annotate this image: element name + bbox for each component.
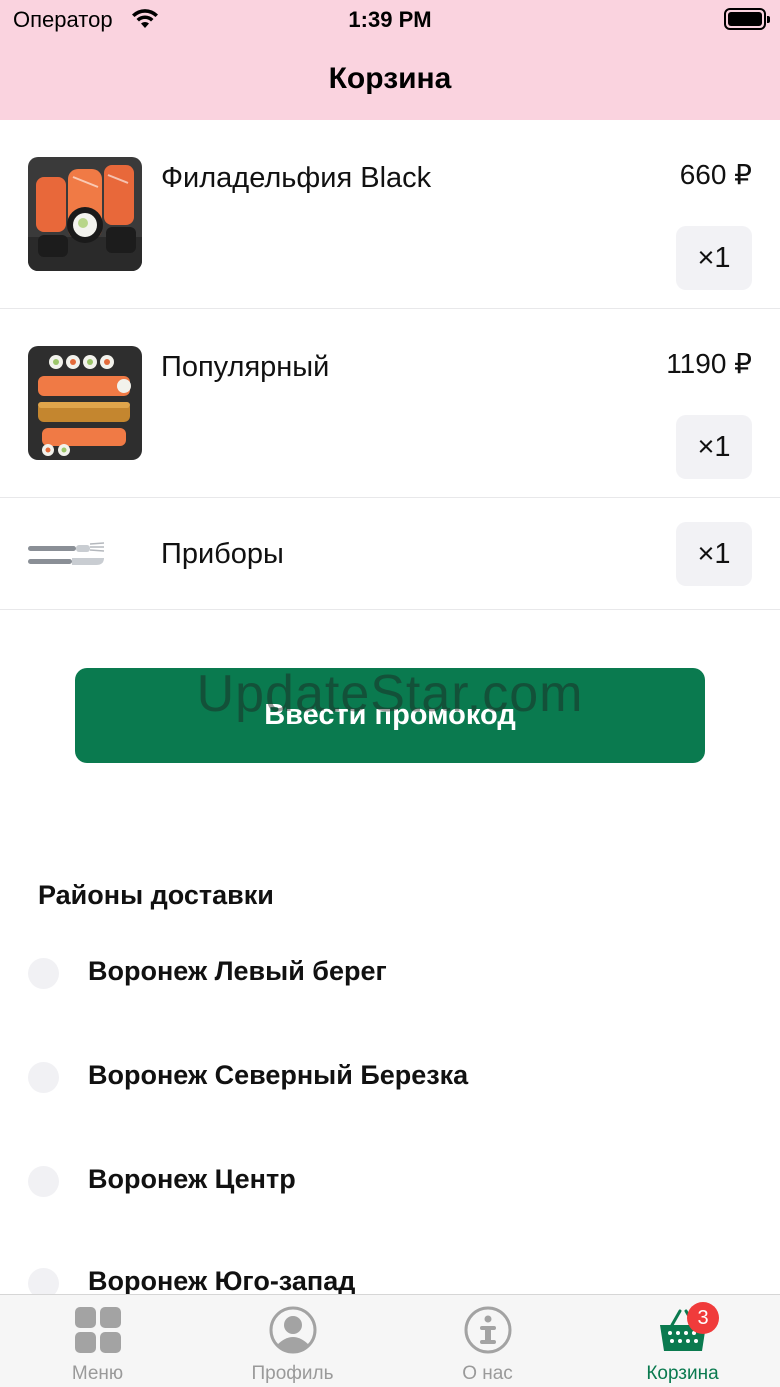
district-label: Воронеж Центр: [88, 1164, 296, 1194]
district-label: Воронеж Северный Березка: [88, 1060, 469, 1090]
tab-label: Профиль: [251, 1363, 334, 1384]
battery-icon: [724, 8, 770, 30]
tab-label: Меню: [71, 1363, 124, 1384]
sushi-set-image: [28, 346, 142, 460]
item-price: 660 ₽: [679, 159, 752, 190]
info-icon: [464, 1306, 512, 1354]
quantity-button[interactable]: ×1: [676, 226, 752, 290]
item-price: 1190 ₽: [666, 348, 752, 379]
enter-promocode-button[interactable]: Ввести промокод: [75, 668, 705, 763]
sushi-roll-image: [28, 157, 142, 271]
tab-cart[interactable]: 3 Корзина: [585, 1295, 780, 1387]
district-option[interactable]: Воронеж Северный Березка: [0, 1048, 780, 1108]
tab-profile[interactable]: Профиль: [195, 1295, 390, 1387]
tab-label: Корзина: [646, 1363, 719, 1384]
tab-label: О нас: [462, 1363, 513, 1384]
district-label: Воронеж Юго-запад: [88, 1266, 356, 1296]
quantity-button[interactable]: ×1: [676, 522, 752, 586]
clock-label: 1:39 PM: [348, 7, 432, 32]
item-name: Филадельфия Black: [161, 162, 432, 194]
district-option[interactable]: Воронеж Левый берег: [0, 944, 780, 1004]
profile-icon: [269, 1306, 317, 1354]
radio-button[interactable]: [28, 1166, 59, 1197]
item-name: Приборы: [161, 538, 284, 570]
cart-count-badge: 3: [687, 1302, 719, 1334]
district-option[interactable]: Воронеж Центр: [0, 1152, 780, 1212]
cart-item: Популярный 1190 ₽ ×1: [0, 309, 780, 498]
item-name: Популярный: [161, 351, 330, 383]
cart-item: Приборы ×1: [0, 498, 780, 610]
tab-bar: Меню Профиль О нас 3 Корзина: [0, 1294, 780, 1387]
cart-item: Филадельфия Black 660 ₽ ×1: [0, 120, 780, 309]
radio-button[interactable]: [28, 1062, 59, 1093]
status-bar: Оператор 1:39 PM: [0, 0, 780, 42]
radio-button[interactable]: [28, 958, 59, 989]
quantity-button[interactable]: ×1: [676, 415, 752, 479]
grid-icon: [75, 1307, 121, 1353]
district-label: Воронеж Левый берег: [88, 956, 387, 986]
cutlery-icon: [28, 542, 105, 565]
delivery-section-title: Районы доставки: [38, 880, 274, 910]
page-title: Корзина: [328, 62, 452, 95]
tab-about[interactable]: О нас: [390, 1295, 585, 1387]
navigation-bar: Корзина: [0, 42, 780, 120]
tab-menu[interactable]: Меню: [0, 1295, 195, 1387]
